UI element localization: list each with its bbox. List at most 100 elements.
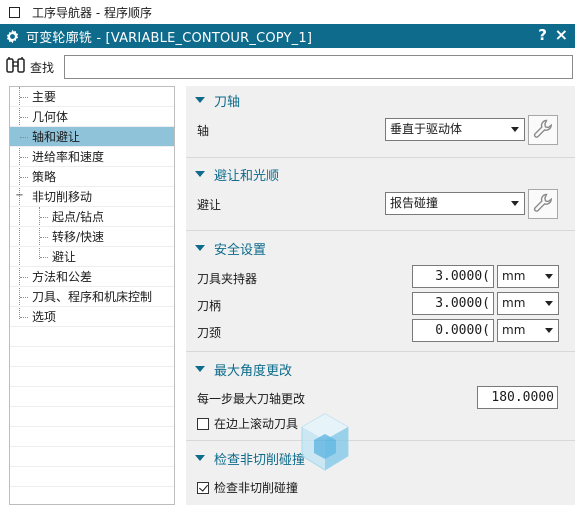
checkbox-box[interactable] [197,481,209,494]
holder-label: 刀具夹持器 [197,272,258,286]
holder-clearance-input[interactable]: 3.0000( [412,265,494,288]
roll-tool-checkbox[interactable]: 在边上滚动刀具 [197,415,298,432]
safety-header[interactable]: 安全设置 [195,239,267,258]
nav-item-options[interactable]: 选项 [10,307,174,327]
collapse-icon[interactable]: − [15,191,24,201]
navigator-title-bar: 工序导航器 - 程序顺序 [0,0,575,24]
check-collision-checkbox[interactable]: 检查非切削碰撞 [197,479,298,496]
nav-item-label: 起点/钻点 [52,210,105,224]
nav-item-label: 非切削移动 [32,190,93,204]
tool-axis-section: 刀轴 轴 垂直于驱动体 [186,86,575,158]
nav-item-strategy[interactable]: 策略 [10,167,174,187]
unit-value: mm [502,296,526,310]
unit-value: mm [502,269,526,283]
nav-item-label: 选项 [32,310,57,324]
settings-panel: 刀轴 轴 垂直于驱动体 避让和光顺 避让 报告碰撞 安全设置 刀具夹持器 3.0… [186,86,575,505]
unit-value: mm [502,323,526,337]
avoid-dropdown[interactable]: 报告碰撞 [385,192,525,215]
find-input[interactable] [64,55,573,79]
nav-item-non-cutting-moves[interactable]: − 非切削移动 [10,187,174,207]
checkbox-label: 检查非切削碰撞 [214,481,299,495]
nav-item-label: 方法和公差 [32,270,93,284]
find-button[interactable]: 查找 [5,56,54,78]
nav-empty-row [10,407,174,427]
holder-unit-dropdown[interactable]: mm [497,265,559,288]
wrench-icon [532,118,554,143]
max-step-label: 每一步最大刀轴更改 [197,392,306,406]
shank-clearance-input[interactable]: 3.0000( [412,292,494,315]
dialog-title-bar[interactable]: 可变轮廓铣 - [VARIABLE_CONTOUR_COPY_1] ? × [0,24,575,48]
nav-item-main[interactable]: 主要 [10,87,174,107]
nav-empty-row [10,427,174,447]
max-angle-section: 最大角度更改 每一步最大刀轴更改 180.0000 在边上滚动刀具 [186,353,575,441]
section-title: 刀轴 [214,94,241,110]
check-collision-header[interactable]: 检查非切削碰撞 [195,449,306,468]
navigator-title: 工序导航器 - 程序顺序 [32,5,152,20]
tool-axis-header[interactable]: 刀轴 [195,91,241,110]
nav-empty-row [10,467,174,487]
neck-unit-dropdown[interactable]: mm [497,319,559,342]
nav-empty-row [10,327,174,347]
nav-item-transfer-rapid[interactable]: 转移/快速 [10,227,174,247]
chevron-down-icon [545,274,553,279]
nav-item-avoidance[interactable]: 避让 [10,247,174,267]
window-icon [9,6,20,18]
section-title: 检查非切削碰撞 [214,452,306,468]
gear-icon[interactable] [4,28,20,44]
nav-item-start-drill-points[interactable]: 起点/钻点 [10,207,174,227]
avoidance-section: 避让和光顺 避让 报告碰撞 [186,159,575,231]
nav-empty-row [10,367,174,387]
neck-clearance-input[interactable]: 0.0000( [412,319,494,342]
nav-item-label: 主要 [32,90,57,104]
find-bar: 查找 [0,50,575,84]
neck-label: 刀颈 [197,326,222,340]
avoid-label: 避让 [197,198,222,212]
collapse-triangle-icon [195,171,205,177]
safety-section: 安全设置 刀具夹持器 3.0000( mm 刀柄 3.0000( mm 刀颈 0… [186,232,575,352]
chevron-down-icon [511,201,519,206]
nav-item-method-tolerance[interactable]: 方法和公差 [10,267,174,287]
collapse-triangle-icon [195,97,205,103]
find-label: 查找 [30,60,55,75]
help-button[interactable]: ? [538,26,547,44]
nav-empty-row [10,347,174,367]
nav-item-label: 进给率和速度 [32,150,105,164]
nav-item-label: 转移/快速 [52,230,105,244]
nav-item-feeds-speeds[interactable]: 进给率和速度 [10,147,174,167]
edit-axis-button[interactable] [528,115,558,145]
chevron-down-icon [511,127,519,132]
nav-item-label: 刀具、程序和机床控制 [32,290,153,304]
edit-avoid-button[interactable] [528,189,558,219]
nav-item-geometry[interactable]: 几何体 [10,107,174,127]
check-collision-section: 检查非切削碰撞 检查非切削碰撞 [186,442,575,505]
nav-item-label: 避让 [52,250,77,264]
collapse-triangle-icon [195,455,205,461]
avoidance-header[interactable]: 避让和光顺 [195,165,280,184]
max-step-input[interactable]: 180.0000 [477,386,558,409]
binoculars-icon [5,56,27,79]
nav-empty-row [10,487,174,504]
shank-label: 刀柄 [197,299,222,313]
max-angle-header[interactable]: 最大角度更改 [195,360,293,379]
nav-item-label: 轴和避让 [32,130,81,144]
avoid-value: 报告碰撞 [390,196,439,210]
checkbox-box[interactable] [197,417,209,430]
chevron-down-icon [545,301,553,306]
collapse-triangle-icon [195,366,205,372]
axis-value: 垂直于驱动体 [390,122,463,136]
shank-unit-dropdown[interactable]: mm [497,292,559,315]
axis-dropdown[interactable]: 垂直于驱动体 [385,118,525,141]
nav-item-label: 几何体 [32,110,69,124]
navigation-tree: 主要 几何体 轴和避让 进给率和速度 策略 − 非切削移动 起点/钻点 转移/快… [9,86,175,505]
dialog-title: 可变轮廓铣 - [VARIABLE_CONTOUR_COPY_1] [26,30,313,46]
close-button[interactable]: × [555,25,568,44]
collapse-triangle-icon [195,245,205,251]
nav-empty-row [10,447,174,467]
checkbox-label: 在边上滚动刀具 [214,417,299,431]
nav-item-tool-program-machine[interactable]: 刀具、程序和机床控制 [10,287,174,307]
section-title: 安全设置 [214,242,267,258]
nav-item-axis-avoidance[interactable]: 轴和避让 [10,127,174,147]
section-title: 避让和光顺 [214,168,280,184]
nav-empty-row [10,387,174,407]
section-title: 最大角度更改 [214,363,293,379]
